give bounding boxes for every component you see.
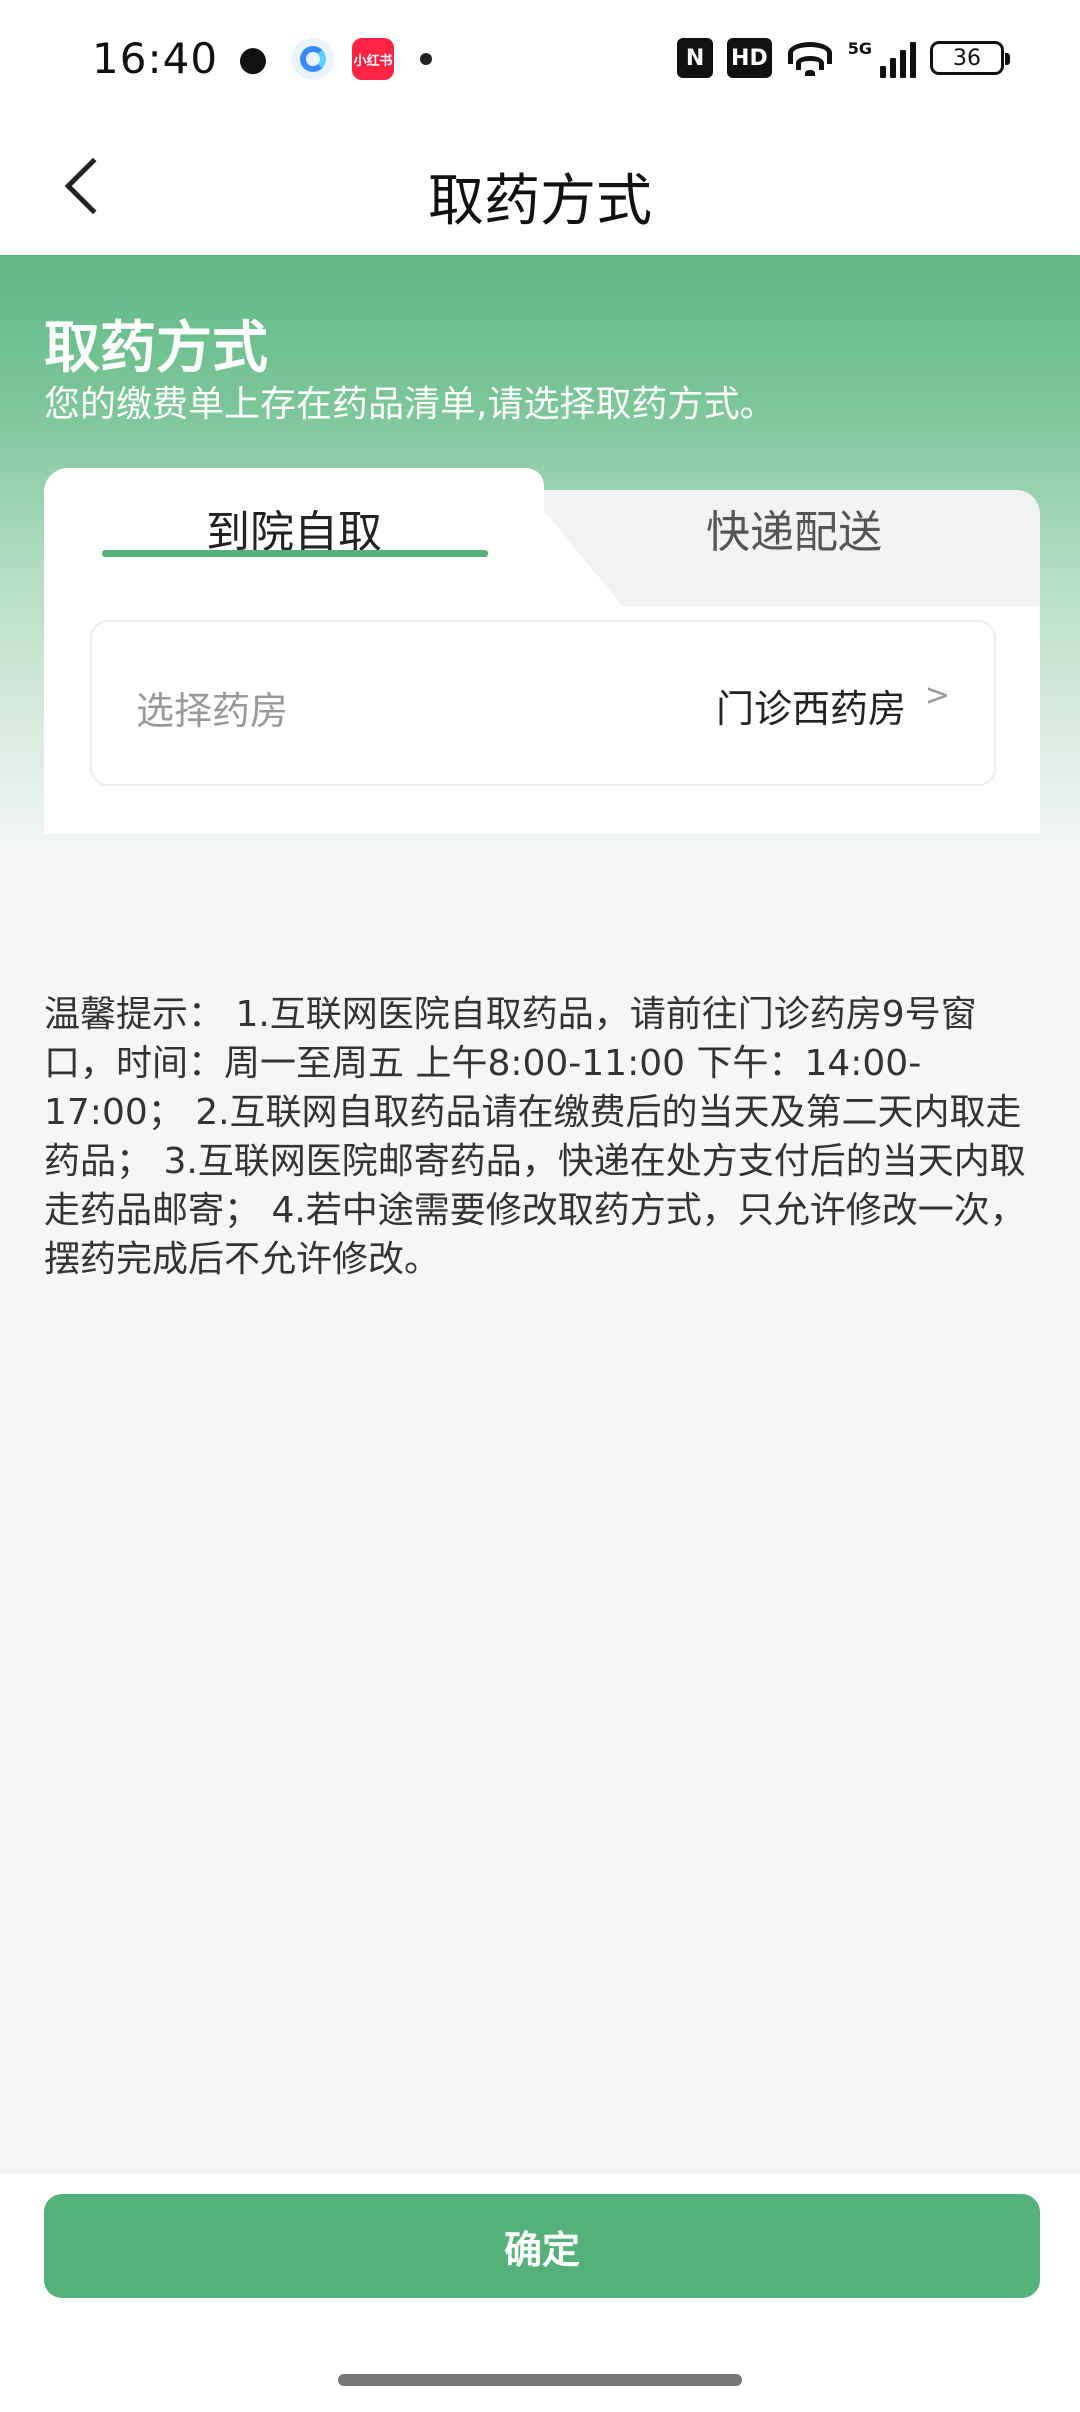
network-type-label: 5G [847, 38, 872, 58]
pharmacy-selector[interactable]: 选择药房 门诊西药房 > [90, 620, 996, 786]
pharmacy-value: 门诊西药房 [715, 687, 906, 731]
status-bar: 16:40 ● 小红书 N HD 5G 36 [0, 0, 1080, 120]
tab-express-delivery[interactable]: 快递配送 [706, 496, 882, 560]
nfc-icon: N [677, 38, 714, 78]
active-tab-indicator [102, 550, 488, 557]
pharmacy-label: 选择药房 [136, 689, 289, 733]
notification-icons: ● 小红书 [232, 38, 432, 80]
bottom-action-bar: 确定 [0, 2174, 1080, 2412]
confirm-button[interactable]: 确定 [44, 2194, 1040, 2298]
wechat-icon: ● [232, 38, 274, 80]
home-indicator[interactable] [338, 2374, 742, 2386]
hero-title: 取药方式 [44, 316, 268, 381]
nav-bar: 取药方式 [0, 120, 1080, 255]
browser-icon [292, 38, 334, 80]
more-notifications-dot-icon [420, 53, 432, 65]
hero-subtitle: 您的缴费单上存在药品清单,请选择取药方式。 [44, 384, 776, 425]
signal-icon [880, 38, 916, 78]
chevron-right-icon: > [924, 678, 950, 713]
status-time: 16:40 [92, 34, 219, 83]
battery-icon: 36 [930, 41, 1010, 75]
screen: 16:40 ● 小红书 N HD 5G 36 取药方式 取药方式 您的缴费单上存… [0, 0, 1080, 2412]
wifi-icon [786, 38, 834, 78]
pickup-tips-text: 温馨提示： 1.互联网医院自取药品，请前往门诊药房9号窗口，时间：周一至周五 上… [44, 994, 1026, 1280]
hd-icon: HD [727, 38, 772, 78]
pickup-method-card: 到院自取 快递配送 选择药房 门诊西药房 > [44, 468, 1040, 834]
page-title: 取药方式 [428, 169, 652, 234]
xiaohongshu-icon: 小红书 [352, 38, 394, 80]
system-status-icons: N HD 5G 36 [677, 38, 1010, 78]
